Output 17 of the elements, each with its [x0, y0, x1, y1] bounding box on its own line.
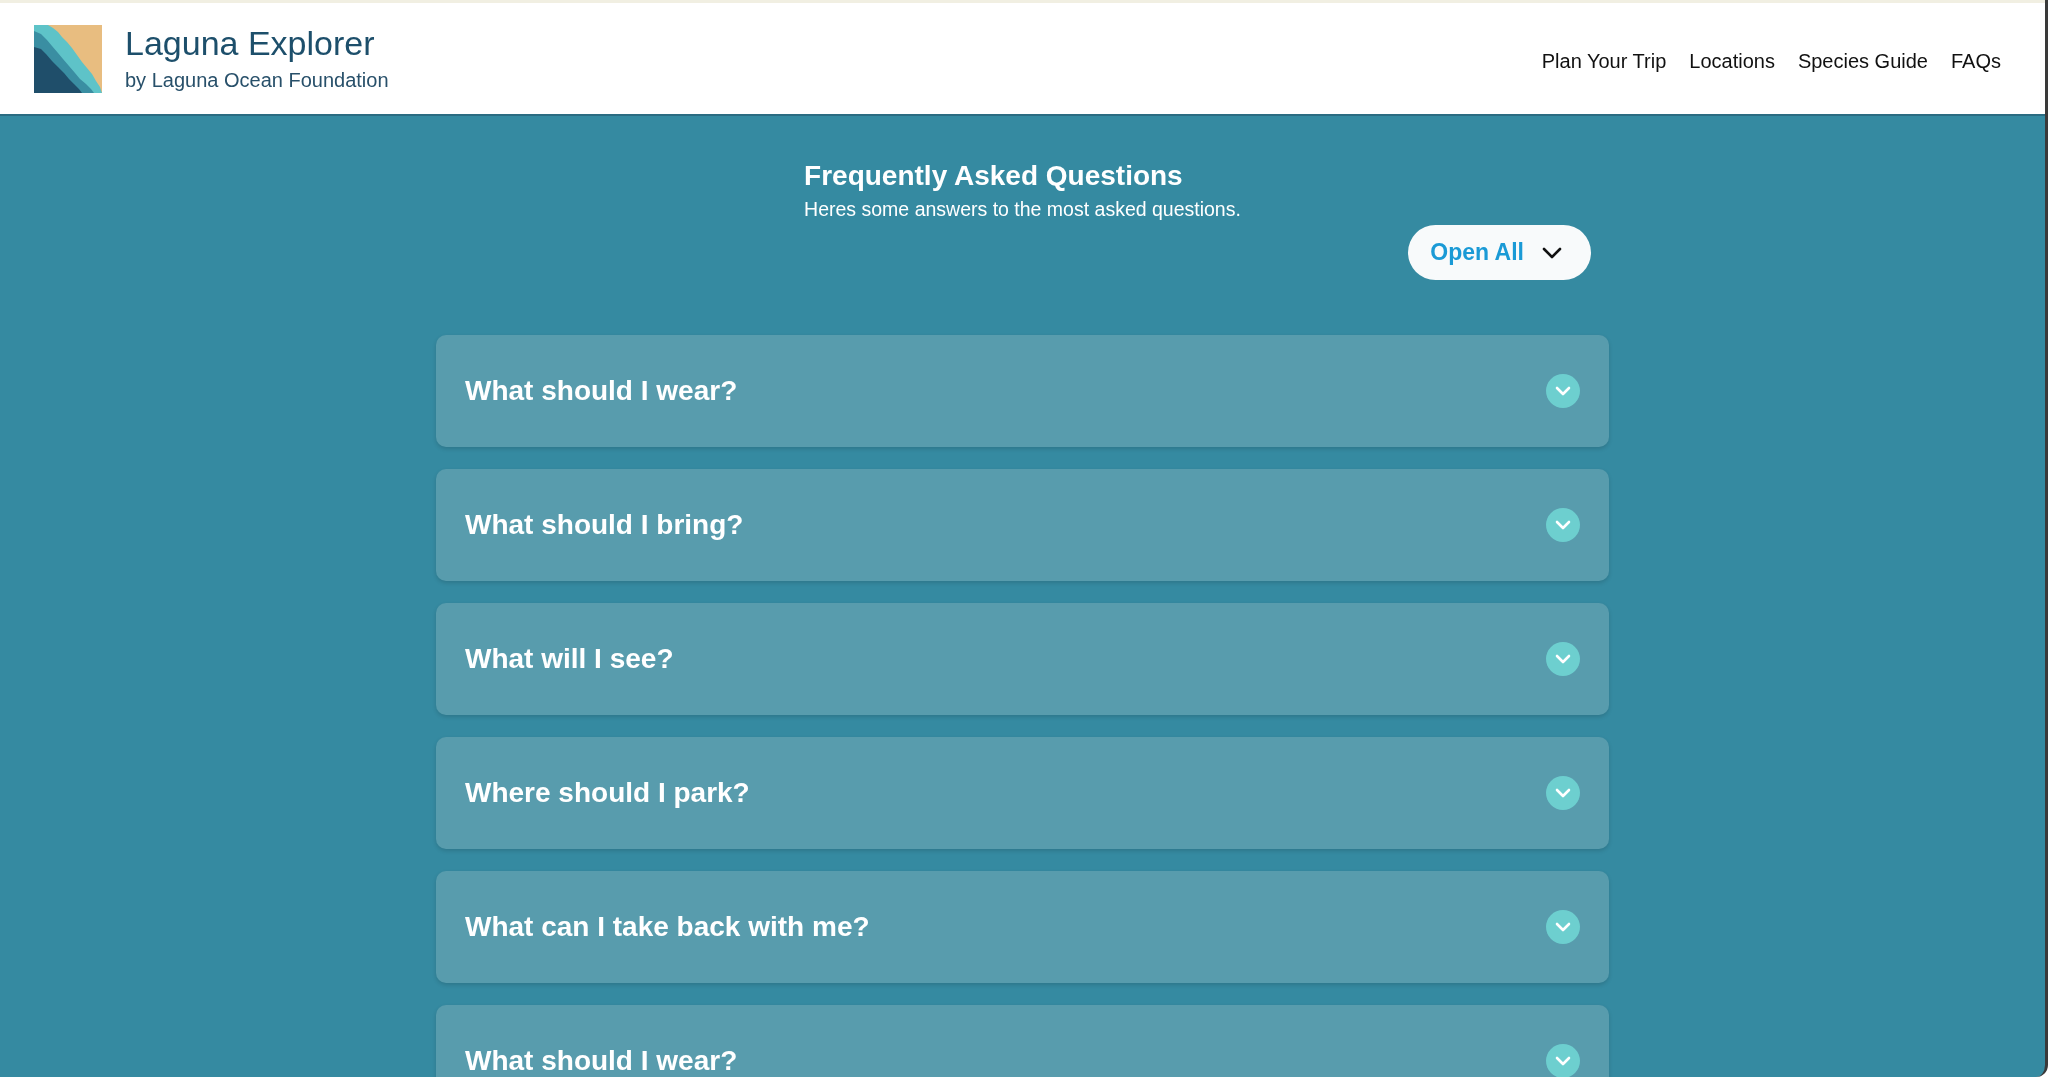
nav-link[interactable]: Locations	[1689, 49, 1775, 73]
faq-question[interactable]: What can I take back with me?	[436, 871, 1609, 983]
nav-link[interactable]: Plan Your Trip	[1541, 49, 1667, 73]
site-subtitle: by Laguna Ocean Foundation	[125, 67, 389, 93]
site-title: Laguna Explorer	[125, 24, 375, 64]
nav-link[interactable]: FAQs	[1951, 49, 2001, 73]
faq-question[interactable]: What should I bring?	[436, 469, 1609, 581]
logo-icon	[34, 24, 102, 93]
page-heading: Frequently Asked Questions	[804, 159, 1183, 193]
faq-question[interactable]: Where should I park?	[436, 737, 1609, 849]
nav-link[interactable]: Species Guide	[1797, 49, 1928, 73]
faq-question[interactable]: What should I wear?	[436, 335, 1609, 447]
chevron-down-icon	[1542, 246, 1562, 259]
faq-question[interactable]: What should I wear?	[436, 1005, 1609, 1077]
page-subheading: Heres some answers to the most asked questions.	[804, 197, 1241, 221]
faq-question[interactable]: What will I see?	[436, 603, 1609, 715]
open-all-button[interactable]: Open All	[1408, 225, 1591, 280]
